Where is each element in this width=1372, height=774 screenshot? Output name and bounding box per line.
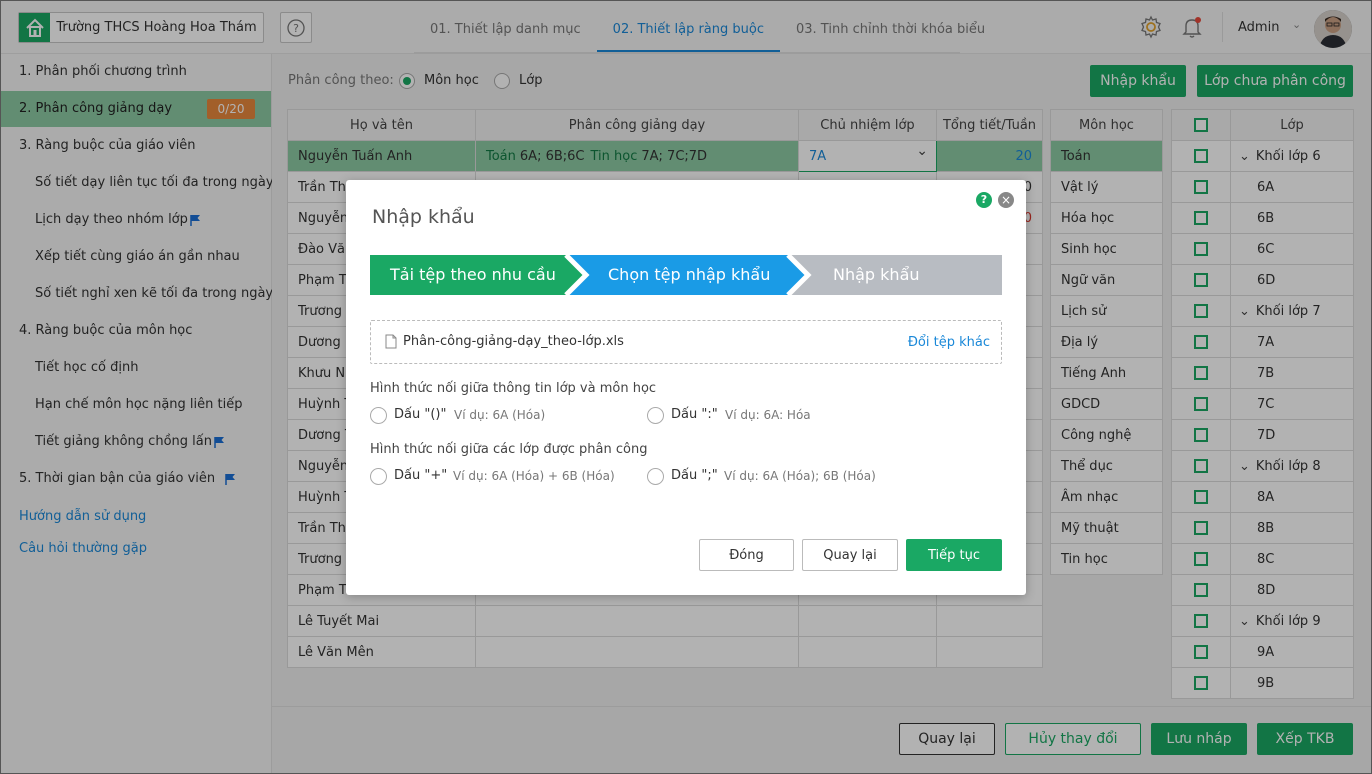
step-import[interactable]: Nhập khẩu — [833, 255, 920, 295]
close-icon[interactable]: × — [998, 192, 1014, 208]
option-parentheses-label: Dấu "()" — [394, 407, 447, 422]
radio-plus[interactable] — [370, 468, 387, 485]
continue-button[interactable]: Tiếp tục — [906, 539, 1002, 571]
radio-colon[interactable] — [647, 407, 664, 424]
file-drop-zone[interactable]: Phân-công-giảng-dạy_theo-lớp.xls Đổi tệp… — [370, 320, 1002, 364]
radio-semicolon[interactable] — [647, 468, 664, 485]
option-colon-example: Ví dụ: 6A: Hóa — [725, 408, 811, 422]
class-subject-separator-label: Hình thức nối giữa thông tin lớp và môn … — [370, 381, 657, 396]
selected-file-name: Phân-công-giảng-dạy_theo-lớp.xls — [403, 334, 624, 349]
change-file-link[interactable]: Đổi tệp khác — [908, 335, 990, 350]
option-plus-label: Dấu "+" — [394, 468, 448, 483]
option-plus-example: Ví dụ: 6A (Hóa) + 6B (Hóa) — [453, 469, 615, 483]
import-dialog: Nhập khẩu ? × Tải tệp theo nhu cầu Chọn … — [346, 180, 1026, 595]
option-semicolon-example: Ví dụ: 6A (Hóa); 6B (Hóa) — [724, 469, 876, 483]
close-button[interactable]: Đóng — [699, 539, 794, 571]
option-semicolon-label: Dấu ";" — [671, 468, 718, 483]
file-icon — [385, 334, 397, 349]
option-parentheses-example: Ví dụ: 6A (Hóa) — [454, 408, 546, 422]
class-separator-label: Hình thức nối giữa các lớp được phân côn… — [370, 442, 648, 457]
step-download-template[interactable]: Tải tệp theo nhu cầu — [390, 255, 556, 295]
step-choose-file[interactable]: Chọn tệp nhập khẩu — [608, 255, 770, 295]
option-colon-label: Dấu ":" — [671, 407, 718, 422]
back-button[interactable]: Quay lại — [802, 539, 898, 571]
radio-parentheses[interactable] — [370, 407, 387, 424]
help-icon[interactable]: ? — [976, 192, 992, 208]
import-steps: Tải tệp theo nhu cầu Chọn tệp nhập khẩu … — [370, 255, 1002, 295]
dialog-title: Nhập khẩu — [372, 206, 475, 228]
